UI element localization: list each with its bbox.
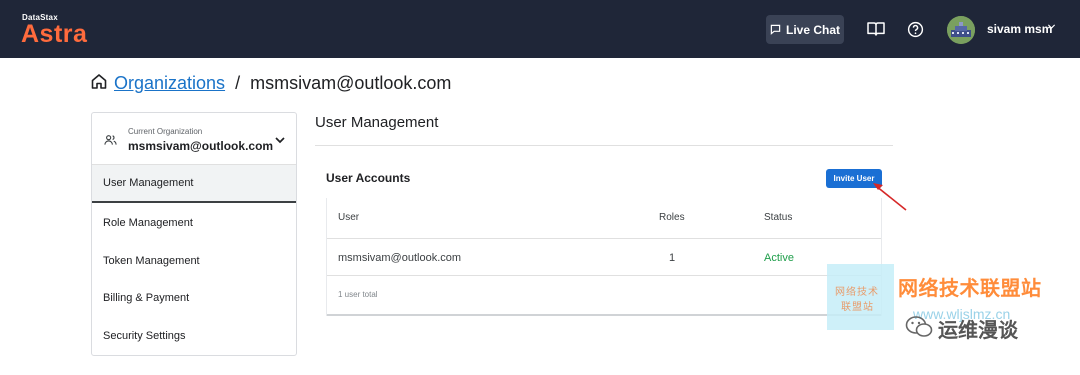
- chevron-down-icon[interactable]: [1047, 22, 1056, 34]
- watermark-box-line2: 联盟站: [841, 302, 874, 313]
- top-navigation-bar: DataStax Astra Live Chat sivam msm: [0, 0, 1080, 58]
- chevron-down-icon[interactable]: [274, 133, 286, 151]
- column-header-roles[interactable]: Roles: [659, 212, 685, 223]
- watermark-box-line1: 网络技术: [835, 287, 879, 298]
- row-divider: [327, 275, 881, 276]
- organization-selector[interactable]: Current Organization msmsivam@outlook.co…: [92, 113, 296, 165]
- sidebar-item-user-management[interactable]: User Management: [92, 165, 296, 203]
- sidebar-item-token-management[interactable]: Token Management: [92, 242, 296, 280]
- breadcrumb: Organizations / msmsivam@outlook.com: [90, 72, 451, 95]
- user-accounts-card: User Accounts Invite User User Roles Sta…: [326, 162, 882, 316]
- breadcrumb-current: msmsivam@outlook.com: [250, 73, 452, 93]
- sidebar-item-role-management[interactable]: Role Management: [92, 204, 296, 242]
- table-cell-roles: 1: [669, 252, 676, 264]
- watermark-logo-box: 网络技术 联盟站: [827, 264, 894, 330]
- user-accounts-title: User Accounts: [326, 171, 411, 185]
- astra-logo[interactable]: Astra: [21, 20, 87, 49]
- annotation-arrow-icon: [873, 183, 907, 211]
- column-header-status[interactable]: Status: [764, 212, 792, 223]
- status-badge: Active: [764, 252, 794, 264]
- sidebar-item-billing-payment[interactable]: Billing & Payment: [92, 279, 296, 317]
- chat-icon: [770, 24, 781, 35]
- table-bottom-border: [327, 314, 881, 316]
- header-divider: [327, 238, 881, 239]
- page-title: User Management: [315, 114, 439, 131]
- breadcrumb-separator: /: [235, 73, 241, 93]
- book-icon[interactable]: [867, 20, 885, 38]
- avatar[interactable]: [947, 16, 975, 44]
- watermark-title: 网络技术联盟站: [898, 278, 1042, 300]
- wechat-icon: [905, 315, 933, 344]
- users-icon: [104, 133, 117, 151]
- table-cell-user[interactable]: msmsivam@outlook.com: [338, 252, 461, 264]
- sidebar-item-security-settings[interactable]: Security Settings: [92, 317, 296, 355]
- user-total-count: 1 user total: [338, 290, 378, 299]
- current-organization-value: msmsivam@outlook.com: [128, 139, 274, 153]
- column-header-user[interactable]: User: [338, 212, 359, 223]
- watermark-subtitle: 运维漫谈: [938, 320, 1018, 342]
- help-circle-icon[interactable]: [906, 20, 924, 38]
- user-accounts-table: User Roles Status msmsivam@outlook.com 1…: [326, 198, 882, 316]
- live-chat-button[interactable]: Live Chat: [766, 15, 844, 44]
- home-icon[interactable]: [90, 72, 108, 95]
- user-menu-name[interactable]: sivam msm: [987, 22, 1052, 36]
- title-divider: [315, 145, 893, 146]
- current-organization-label: Current Organization: [128, 127, 203, 136]
- settings-sidebar: Current Organization msmsivam@outlook.co…: [91, 112, 297, 356]
- breadcrumb-organizations-link[interactable]: Organizations: [114, 73, 225, 94]
- live-chat-label: Live Chat: [785, 22, 840, 37]
